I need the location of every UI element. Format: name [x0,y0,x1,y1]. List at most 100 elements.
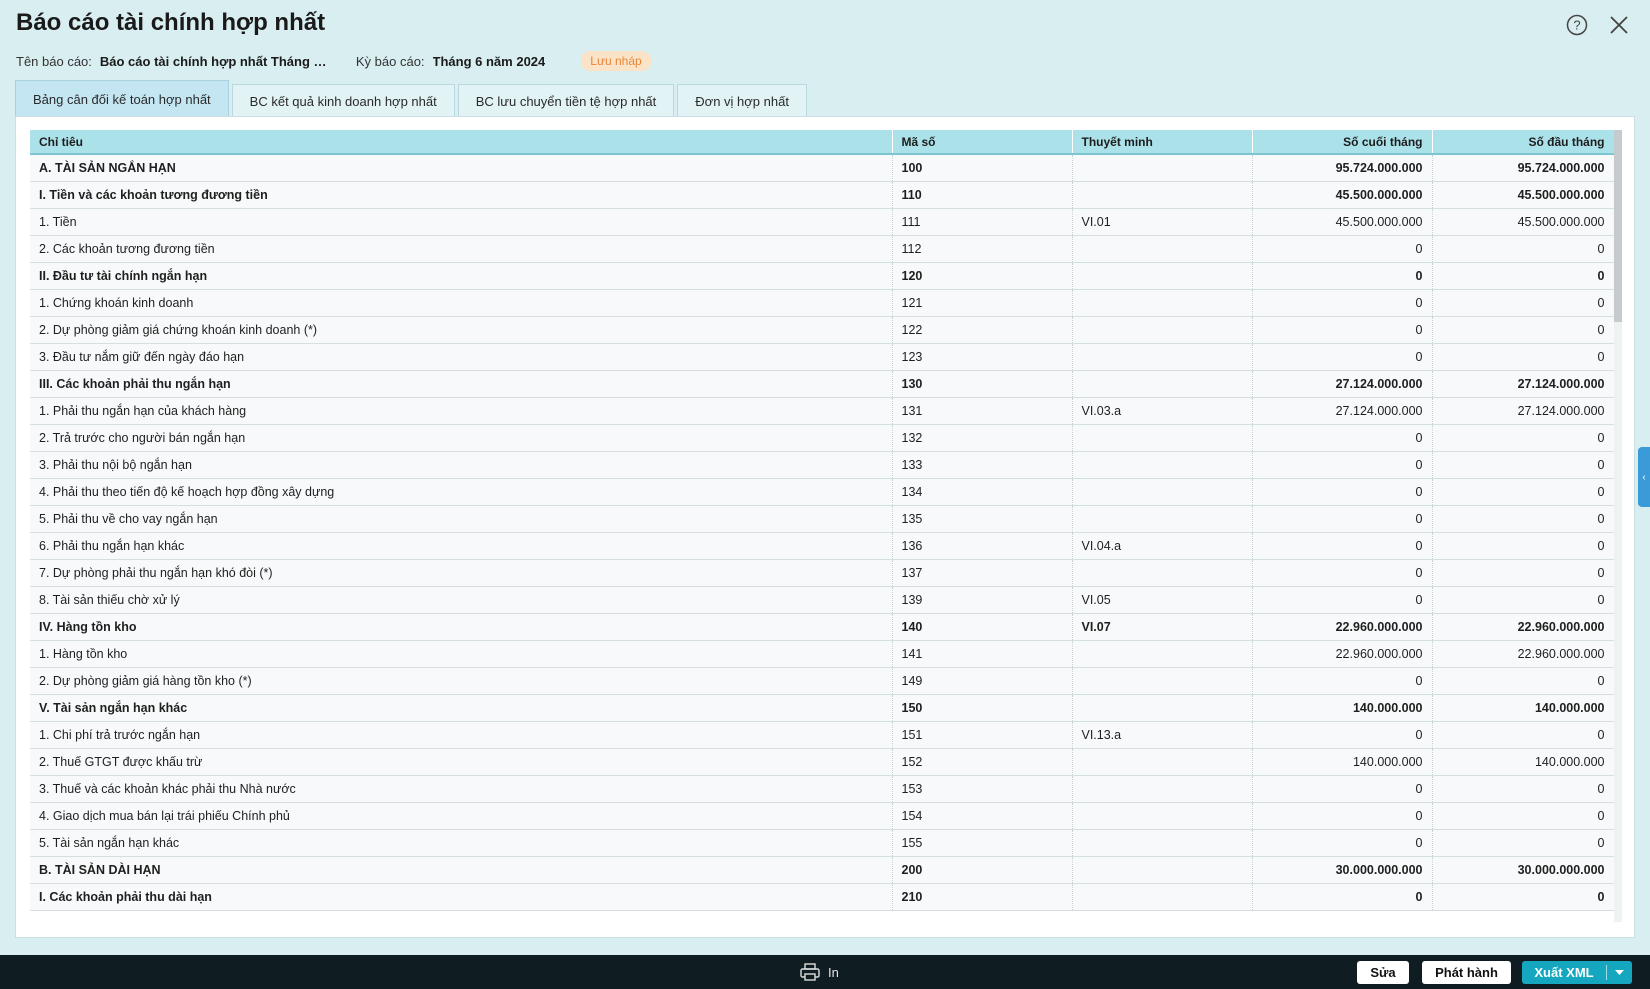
table-header-row: Chỉ tiêu Mã số Thuyết minh Số cuối tháng… [30,130,1615,155]
table-row[interactable]: V. Tài sản ngắn hạn khác 150 140.000.000 14… [30,694,1615,722]
table-row[interactable]: 1. Chứng khoán kinh doanh 121 0 0 [30,289,1615,317]
cell-end-month: 0 [1252,721,1433,749]
cell-start-month: 0 [1432,316,1615,344]
cell-start-month: 0 [1432,451,1615,479]
table-row[interactable]: 2. Dự phòng giảm giá chứng khoán kinh do… [30,316,1615,344]
side-panel-toggle-icon[interactable]: ‹ [1638,447,1650,507]
cell-end-month: 22.960.000.000 [1252,640,1433,668]
cell-end-month: 0 [1252,559,1433,587]
cell-code: 135 [892,505,1073,533]
cell-end-month: 0 [1252,451,1433,479]
cell-indicator: 2. Dự phòng giảm giá hàng tồn kho (*) [30,667,893,695]
print-label: In [828,964,839,980]
cell-code: 137 [892,559,1073,587]
close-icon[interactable] [1606,12,1632,38]
svg-text:?: ? [1573,18,1580,33]
table-row[interactable]: 3. Thuế và các khoản khác phải thu Nhà n… [30,775,1615,803]
footer-toolbar: In Sửa Phát hành Xuất XML [0,955,1650,989]
column-header-note[interactable]: Thuyết minh [1072,130,1253,155]
table-row[interactable]: 2. Trả trước cho người bán ngắn hạn 132 0 0 [30,424,1615,452]
data-grid: Chỉ tiêu Mã số Thuyết minh Số cuối tháng… [30,130,1622,922]
export-xml-button[interactable]: Xuất XML [1522,961,1632,984]
table-row[interactable]: I. Tiền và các khoản tương đương tiền 110… [30,181,1615,209]
printer-icon [800,963,820,981]
report-dialog: Báo cáo tài chính hợp nhất ? Tên báo cáo… [0,0,1650,989]
cell-code: 150 [892,694,1073,722]
table-row[interactable]: B. TÀI SẢN DÀI HẠN 200 30.000.000.000 30.00… [30,856,1615,884]
cell-indicator: 4. Phải thu theo tiến độ kế hoạch hợp đồ… [30,478,893,506]
cell-code: 149 [892,667,1073,695]
tab-3[interactable]: Đơn vị hợp nhất [677,84,807,117]
vertical-scrollbar[interactable] [1614,130,1622,922]
cell-note [1072,235,1253,263]
cell-note [1072,370,1253,398]
table-row[interactable]: 5. Tài sản ngắn hạn khác 155 0 0 [30,829,1615,857]
cell-end-month: 22.960.000.000 [1252,613,1433,641]
column-header-code[interactable]: Mã số [892,130,1073,155]
table-row[interactable]: 2. Dự phòng giảm giá hàng tồn kho (*) 149… [30,667,1615,695]
cell-code: 131 [892,397,1073,425]
cell-indicator: IV. Hàng tồn kho [30,613,893,641]
cell-code: 100 [892,154,1073,182]
cell-start-month: 140.000.000 [1432,694,1615,722]
column-header-start-month[interactable]: Số đầu tháng [1432,130,1615,155]
table-row[interactable]: 1. Phải thu ngắn hạn của khách hàng 131 VI… [30,397,1615,425]
cell-indicator: B. TÀI SẢN DÀI HẠN [30,856,893,884]
publish-button[interactable]: Phát hành [1422,961,1511,984]
table-row[interactable]: 6. Phải thu ngắn hạn khác 136 VI.04.a 0 0 [30,532,1615,560]
cell-indicator: 5. Tài sản ngắn hạn khác [30,829,893,857]
table-row[interactable]: 3. Đầu tư nắm giữ đến ngày đáo hạn 123 0 0 [30,343,1615,371]
cell-end-month: 0 [1252,316,1433,344]
table-row[interactable]: 1. Chi phí trả trước ngắn hạn 151 VI.13.a 0… [30,721,1615,749]
cell-end-month: 45.500.000.000 [1252,208,1433,236]
table-row[interactable]: 7. Dự phòng phải thu ngắn hạn khó đòi (*… [30,559,1615,587]
header-actions: ? [1564,12,1632,38]
print-button[interactable]: In [800,960,839,984]
cell-start-month: 27.124.000.000 [1432,397,1615,425]
cell-end-month: 0 [1252,289,1433,317]
table-row[interactable]: 8. Tài sản thiếu chờ xử lý 139 VI.05 0 0 [30,586,1615,614]
table-row[interactable]: IV. Hàng tồn kho 140 VI.07 22.960.000.000 22… [30,613,1615,641]
cell-start-month: 140.000.000 [1432,748,1615,776]
status-badge: Lưu nháp [581,51,651,71]
table-row[interactable]: 1. Hàng tồn kho 141 22.960.000.000 22.960.0… [30,640,1615,668]
cell-start-month: 0 [1432,262,1615,290]
table-row[interactable]: III. Các khoản phải thu ngắn hạn 130 27.12… [30,370,1615,398]
cell-note [1072,856,1253,884]
cell-start-month: 45.500.000.000 [1432,208,1615,236]
cell-end-month: 95.724.000.000 [1252,154,1433,182]
report-name-value: Báo cáo tài chính hợp nhất Tháng 6 ... [99,53,328,69]
cell-code: 123 [892,343,1073,371]
column-header-indicator[interactable]: Chỉ tiêu [30,130,893,155]
cell-indicator: 2. Thuế GTGT được khấu trừ [30,748,893,776]
help-icon[interactable]: ? [1564,12,1590,38]
scrollbar-thumb[interactable] [1614,130,1622,322]
cell-indicator: 6. Phải thu ngắn hạn khác [30,532,893,560]
cell-code: 141 [892,640,1073,668]
cell-end-month: 0 [1252,775,1433,803]
table-row[interactable]: 4. Giao dịch mua bán lại trái phiếu Chín… [30,802,1615,830]
cell-start-month: 0 [1432,559,1615,587]
table-row[interactable]: 5. Phải thu về cho vay ngắn hạn 135 0 0 [30,505,1615,533]
cell-indicator: I. Các khoản phải thu dài hạn [30,883,893,911]
table-row[interactable]: 1. Tiền 111 VI.01 45.500.000.000 45.500.000.… [30,208,1615,236]
tab-1[interactable]: BC kết quả kinh doanh hợp nhất [231,84,455,117]
tab-2[interactable]: BC lưu chuyển tiền tệ hợp nhất [457,84,675,117]
tab-0[interactable]: Bảng cân đối kế toán hợp nhất [15,80,229,117]
table-row[interactable]: 3. Phải thu nội bộ ngắn hạn 133 0 0 [30,451,1615,479]
table-row[interactable]: II. Đầu tư tài chính ngắn hạn 120 0 0 [30,262,1615,290]
cell-start-month: 27.124.000.000 [1432,370,1615,398]
cell-note [1072,775,1253,803]
chevron-down-icon[interactable] [1607,969,1632,976]
column-header-end-month[interactable]: Số cuối tháng [1252,130,1433,155]
table-row[interactable]: 2. Các khoản tương đương tiền 112 0 0 [30,235,1615,263]
cell-end-month: 45.500.000.000 [1252,181,1433,209]
table-row[interactable]: I. Các khoản phải thu dài hạn 210 0 0 [30,883,1615,911]
table-row[interactable]: A. TÀI SẢN NGẮN HẠN 100 95.724.000.000 95.7… [30,154,1615,182]
table-row[interactable]: 4. Phải thu theo tiến độ kế hoạch hợp đồ… [30,478,1615,506]
edit-button[interactable]: Sửa [1357,961,1409,984]
cell-code: 139 [892,586,1073,614]
cell-indicator: II. Đầu tư tài chính ngắn hạn [30,262,893,290]
cell-code: 155 [892,829,1073,857]
table-row[interactable]: 2. Thuế GTGT được khấu trừ 152 140.000.000… [30,748,1615,776]
